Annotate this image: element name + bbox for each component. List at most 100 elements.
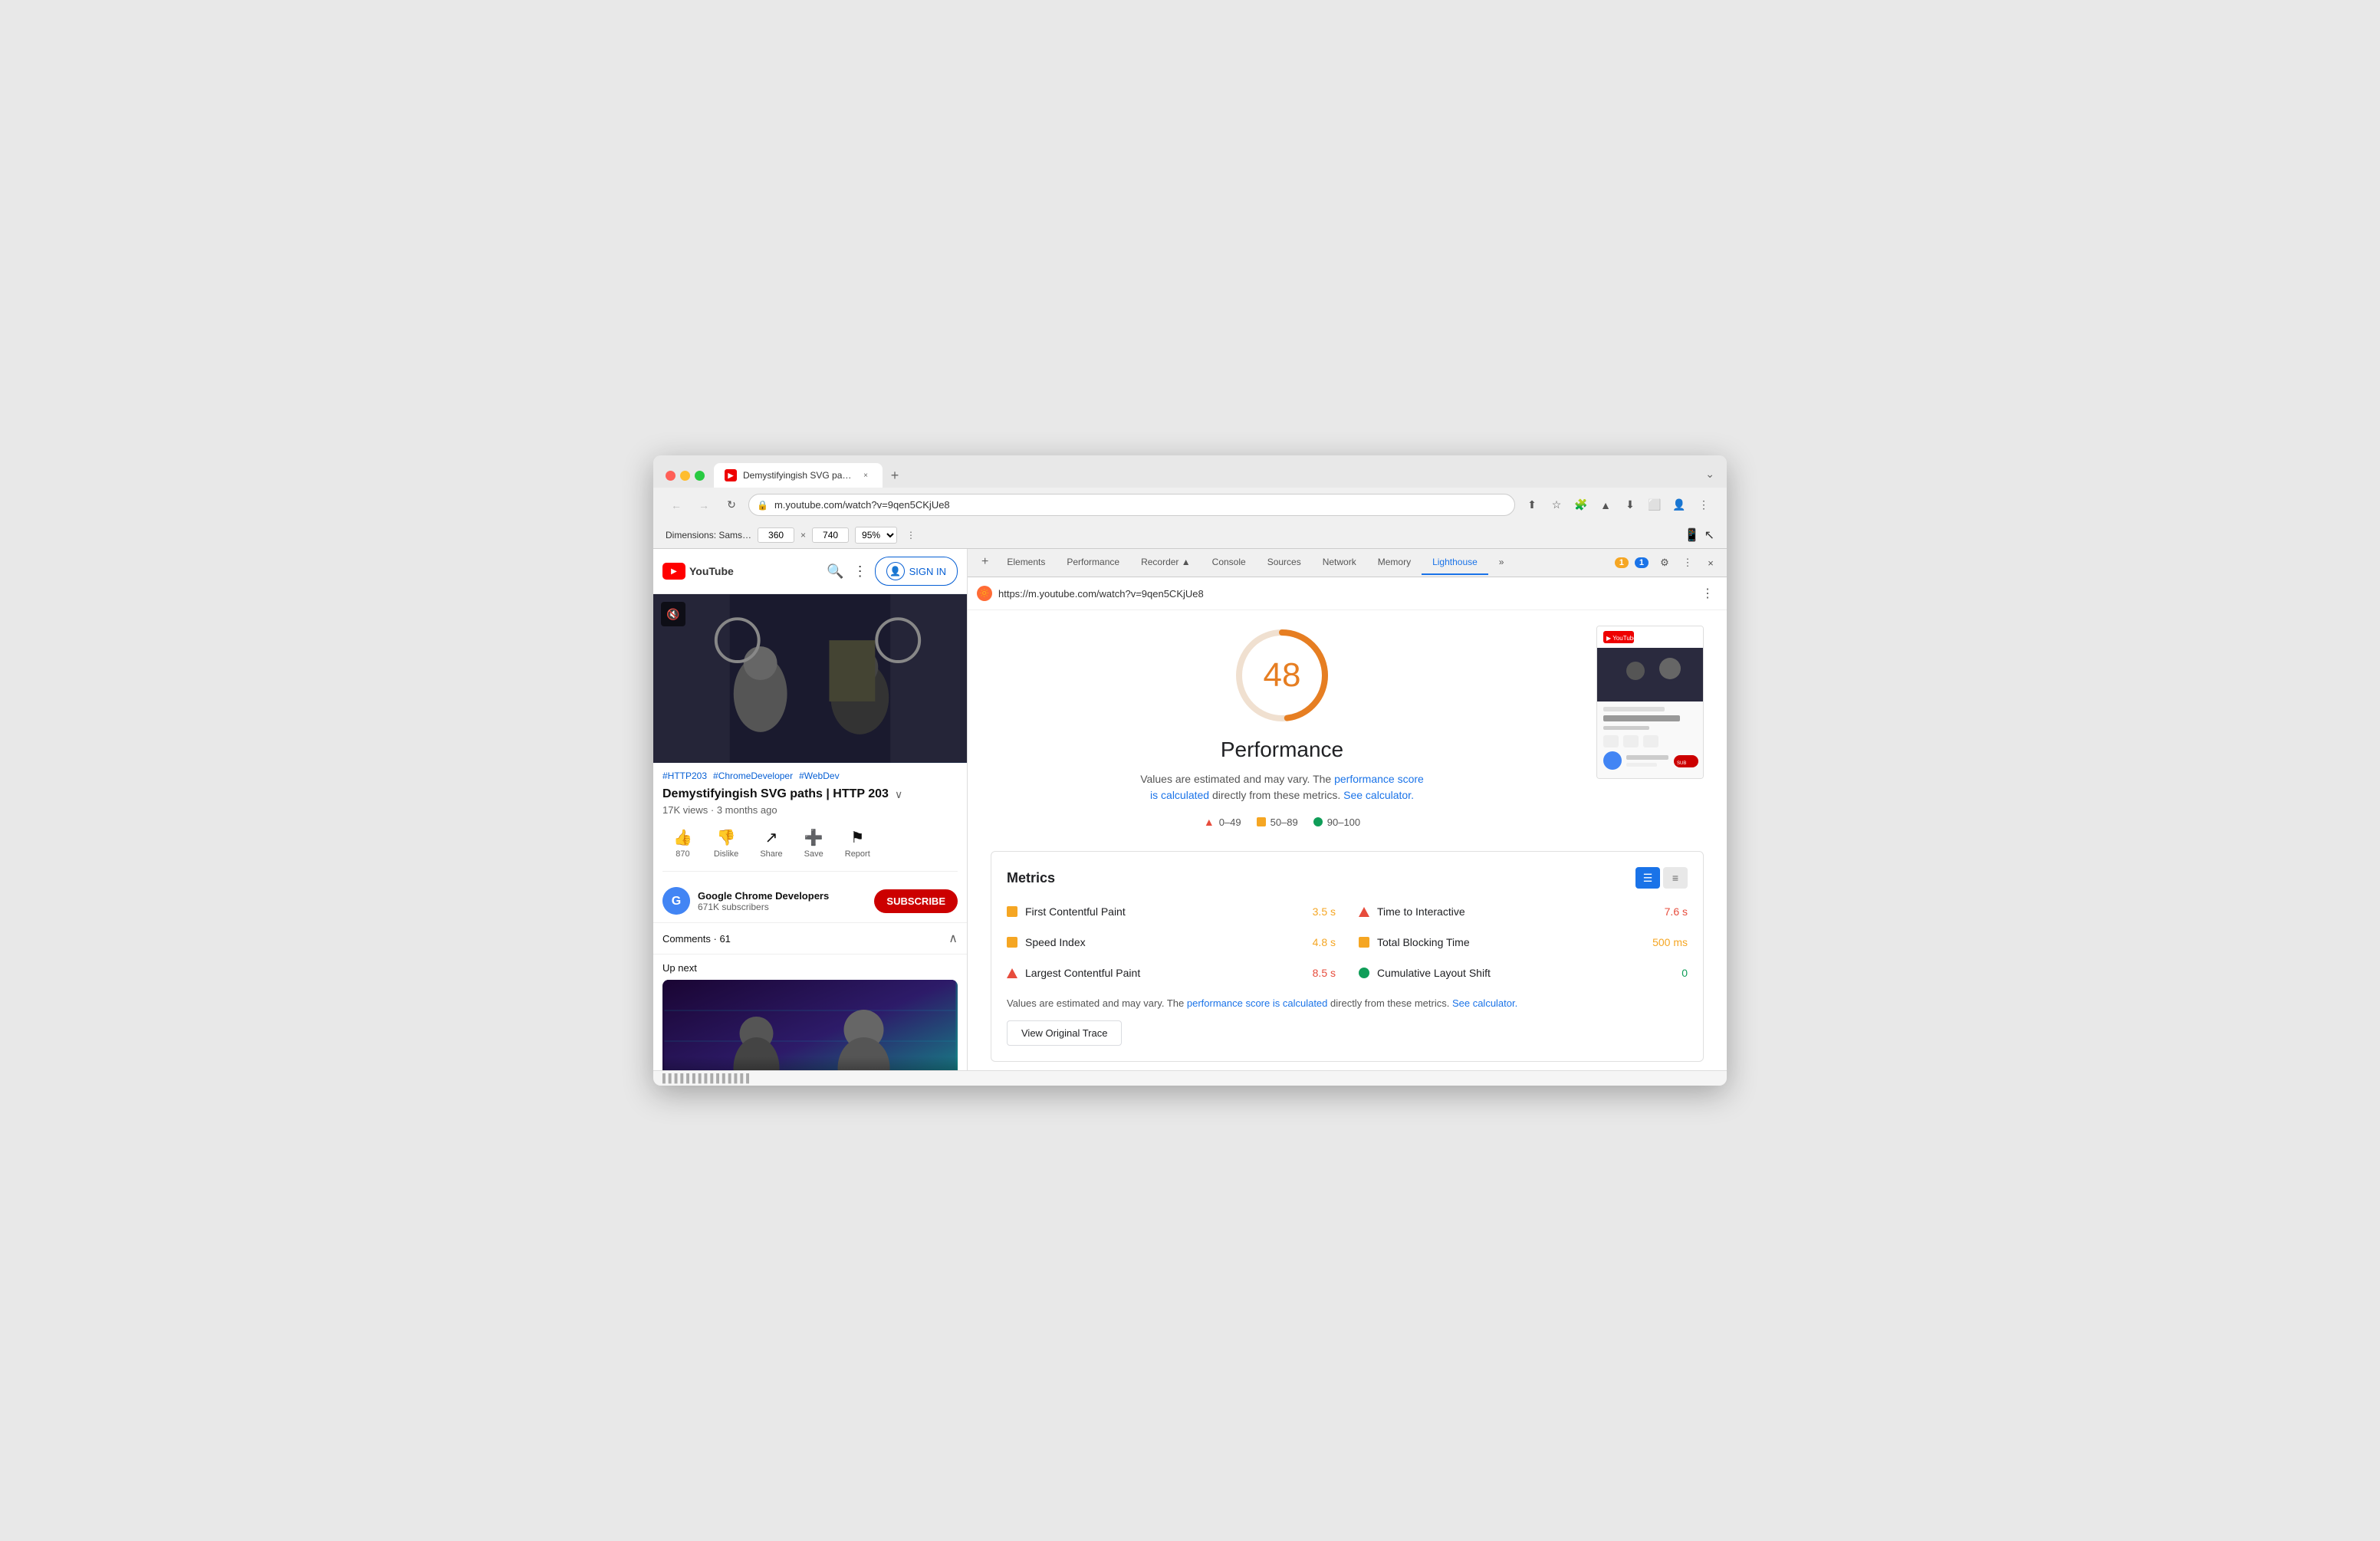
legend-green-label: 90–100 xyxy=(1327,816,1360,828)
split-view-button[interactable]: ⬜ xyxy=(1644,495,1665,516)
save-icon: ➕ xyxy=(804,828,823,847)
width-input[interactable] xyxy=(758,527,794,543)
tab-favicon: ▶ xyxy=(725,469,737,481)
video-info: #HTTP203 #ChromeDeveloper #WebDev Demyst… xyxy=(653,763,967,879)
mobile-icon[interactable]: 📱 xyxy=(1685,527,1700,543)
nav-bar: ← → ↻ 🔒 m.youtube.com/watch?v=9qen5CKjUe… xyxy=(653,488,1727,522)
forward-button[interactable]: → xyxy=(693,495,715,516)
devtools-more-button[interactable]: ⋮ xyxy=(1678,553,1698,573)
legend-orange: 50–89 xyxy=(1257,816,1298,828)
tab-network[interactable]: Network xyxy=(1312,550,1367,575)
metrics-list-view-button[interactable]: ☰ xyxy=(1635,867,1660,889)
sign-in-button[interactable]: 👤 SIGN IN xyxy=(875,557,958,586)
sign-in-label: SIGN IN xyxy=(909,566,946,577)
download-button[interactable]: ⬇ xyxy=(1619,495,1641,516)
metrics-view-buttons: ☰ ≡ xyxy=(1635,867,1688,889)
legend-red: ▲ 0–49 xyxy=(1204,816,1241,828)
footer-score-link[interactable]: performance score is calculated xyxy=(1187,997,1328,1009)
lock-icon: 🔒 xyxy=(757,500,768,511)
address-bar[interactable]: 🔒 m.youtube.com/watch?v=9qen5CKjUe8 xyxy=(748,494,1515,516)
share-button[interactable]: ↗ Share xyxy=(749,825,793,862)
video-time-ago: 3 months ago xyxy=(717,804,777,816)
tab-more[interactable]: » xyxy=(1488,550,1515,575)
tag-http203[interactable]: #HTTP203 xyxy=(662,770,707,781)
share-button[interactable]: ⬆ xyxy=(1521,495,1543,516)
minimize-window-button[interactable] xyxy=(680,471,690,481)
tab-close-button[interactable]: × xyxy=(860,469,872,481)
cursor-icon[interactable]: ↖ xyxy=(1704,527,1714,543)
devtools-close-button[interactable]: × xyxy=(1701,553,1721,573)
footer-calc-link[interactable]: See calculator. xyxy=(1452,997,1517,1009)
lighthouse-toolbar-more[interactable]: ⋮ xyxy=(1698,583,1718,603)
tti-name: Time to Interactive xyxy=(1377,905,1657,918)
height-input[interactable] xyxy=(812,527,849,543)
youtube-search-button[interactable]: 🔍 xyxy=(827,564,843,580)
tabs-bar: ▶ Demystifyingish SVG paths | H… × + xyxy=(714,463,1696,488)
tab-plus[interactable]: + xyxy=(974,549,996,577)
traffic-lights xyxy=(666,471,705,481)
metric-tti: Time to Interactive 7.6 s xyxy=(1359,901,1688,922)
close-window-button[interactable] xyxy=(666,471,676,481)
share-label: Share xyxy=(760,849,782,859)
youtube-more-button[interactable]: ⋮ xyxy=(853,564,867,580)
window-controls-right[interactable]: ⌄ xyxy=(1705,468,1714,481)
youtube-logo-icon: ▶ xyxy=(662,563,685,580)
extensions-button[interactable]: 🧩 xyxy=(1570,495,1592,516)
browser-more-button[interactable]: ⋮ xyxy=(1693,495,1714,516)
tti-indicator xyxy=(1359,907,1369,917)
maximize-window-button[interactable] xyxy=(695,471,705,481)
tab-lighthouse[interactable]: Lighthouse xyxy=(1422,550,1488,575)
back-button[interactable]: ← xyxy=(666,495,687,516)
tab-console[interactable]: Console xyxy=(1202,550,1257,575)
channel-info: Google Chrome Developers 671K subscriber… xyxy=(698,890,866,912)
tab-performance[interactable]: Performance xyxy=(1056,550,1130,575)
lighthouse-toolbar: 🔆 https://m.youtube.com/watch?v=9qen5CKj… xyxy=(968,577,1727,610)
expand-title-icon[interactable]: ∨ xyxy=(895,788,902,801)
next-video-thumbnail[interactable]: The History Navigation API. HTTP 203 xyxy=(662,980,958,1070)
active-tab[interactable]: ▶ Demystifyingish SVG paths | H… × xyxy=(714,463,883,488)
like-button[interactable]: 👍 870 xyxy=(662,825,703,862)
report-button[interactable]: ⚑ Report xyxy=(834,825,881,862)
dimensions-more-button[interactable]: ⋮ xyxy=(906,530,916,540)
report-label: Report xyxy=(845,849,870,859)
refresh-button[interactable]: ↻ xyxy=(721,495,742,516)
save-button[interactable]: ➕ Save xyxy=(794,825,834,862)
view-trace-button[interactable]: View Original Trace xyxy=(1007,1020,1122,1046)
metrics-title: Metrics xyxy=(1007,870,1055,886)
comments-expand-button[interactable]: ∧ xyxy=(948,931,958,946)
lighthouse-content: 48 Performance Values are estimated and … xyxy=(968,610,1727,1070)
profile-icon-button[interactable]: 👤 xyxy=(1668,495,1690,516)
performance-title: Performance xyxy=(1221,738,1343,762)
nav-right-icons: ⬆ ☆ 🧩 ▲ ⬇ ⬜ 👤 ⋮ xyxy=(1521,495,1714,516)
metric-cls: Cumulative Layout Shift 0 xyxy=(1359,962,1688,984)
metrics-compact-view-button[interactable]: ≡ xyxy=(1663,867,1688,889)
share-icon: ↗ xyxy=(765,828,778,847)
lighthouse-url-text: https://m.youtube.com/watch?v=9qen5CKjUe… xyxy=(998,588,1204,600)
profile-button[interactable]: ▲ xyxy=(1595,495,1616,516)
lcp-indicator xyxy=(1007,968,1017,978)
new-tab-button[interactable]: + xyxy=(884,465,906,486)
perf-score-section: 48 Performance Values are estimated and … xyxy=(991,626,1704,828)
dislike-icon: 👎 xyxy=(717,828,736,847)
tab-recorder[interactable]: Recorder ▲ xyxy=(1130,550,1202,575)
tab-memory[interactable]: Memory xyxy=(1367,550,1422,575)
zoom-select[interactable]: 95% xyxy=(855,527,897,544)
tab-elements[interactable]: Elements xyxy=(996,550,1056,575)
bookmark-button[interactable]: ☆ xyxy=(1546,495,1567,516)
up-next-label: Up next xyxy=(662,955,958,980)
tab-sources[interactable]: Sources xyxy=(1257,550,1312,575)
cls-indicator xyxy=(1359,968,1369,978)
metrics-header: Metrics ☰ ≡ xyxy=(1007,867,1688,889)
devtools-settings-button[interactable]: ⚙ xyxy=(1655,553,1675,573)
youtube-logo[interactable]: ▶ YouTube xyxy=(662,563,734,580)
mute-icon[interactable]: 🔇 xyxy=(661,602,685,626)
video-dot-separator: · xyxy=(711,804,717,816)
subscribe-button[interactable]: SUBSCRIBE xyxy=(874,889,958,913)
dislike-button[interactable]: 👎 Dislike xyxy=(703,825,749,862)
see-calculator-link[interactable]: See calculator. xyxy=(1343,789,1414,801)
tag-webdev[interactable]: #WebDev xyxy=(799,770,839,781)
lighthouse-url: https://m.youtube.com/watch?v=9qen5CKjUe… xyxy=(998,588,1691,600)
comment-count: 61 xyxy=(719,933,730,945)
svg-text:SUB: SUB xyxy=(1677,761,1686,766)
tag-chromedeveloper[interactable]: #ChromeDeveloper xyxy=(713,770,793,781)
